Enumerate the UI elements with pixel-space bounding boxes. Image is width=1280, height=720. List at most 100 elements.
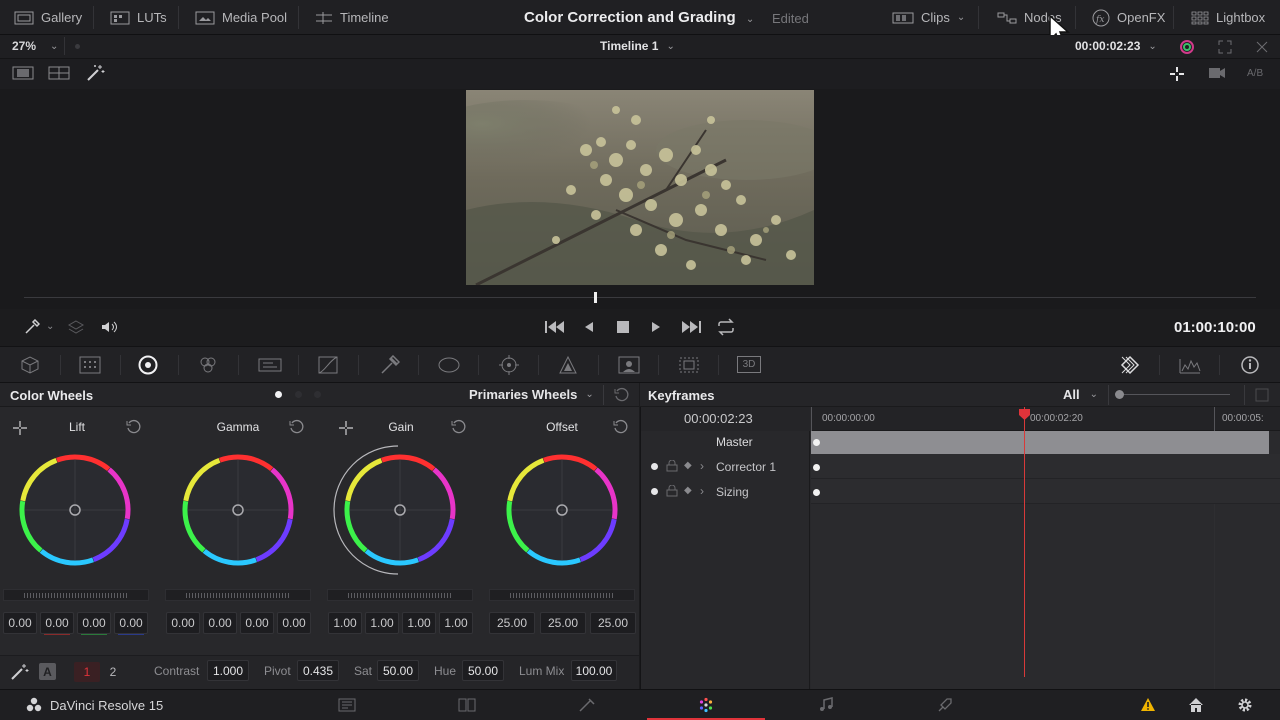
- lift-b-value[interactable]: 0.00: [114, 612, 148, 634]
- crosshair-icon[interactable]: [12, 420, 28, 436]
- offset-g-value[interactable]: 25.00: [540, 612, 586, 634]
- timeline-button[interactable]: Timeline: [315, 0, 389, 35]
- hue-field[interactable]: 50.00: [462, 660, 504, 681]
- key-icon[interactable]: [617, 355, 641, 375]
- highlight-icon[interactable]: [1168, 65, 1186, 83]
- auto-balance-icon[interactable]: [10, 663, 30, 681]
- sizing-icon[interactable]: [677, 355, 701, 375]
- info-icon[interactable]: [1240, 355, 1260, 375]
- gain-wheel[interactable]: [330, 442, 466, 578]
- keyframe-options-icon[interactable]: [1255, 388, 1269, 402]
- track-enable-dot[interactable]: [651, 463, 658, 470]
- fusion-page-icon[interactable]: [578, 697, 596, 713]
- gain-r-value[interactable]: 1.00: [365, 612, 399, 634]
- chevron-down-icon[interactable]: ⌄: [46, 321, 54, 332]
- page-title[interactable]: Color Correction and Grading ⌄: [524, 9, 754, 26]
- page-dot-active[interactable]: [275, 391, 282, 398]
- lum-mix-field[interactable]: 100.00: [571, 660, 617, 681]
- stop-icon[interactable]: [617, 321, 629, 333]
- gamma-wheel[interactable]: [178, 450, 298, 570]
- ab-toggle[interactable]: A/B: [1247, 68, 1263, 79]
- lift-y-value[interactable]: 0.00: [3, 612, 37, 634]
- gamma-y-value[interactable]: 0.00: [166, 612, 200, 634]
- contrast-field[interactable]: 1.000: [207, 660, 249, 681]
- page-2-button[interactable]: 2: [102, 662, 124, 682]
- blur-icon[interactable]: [557, 355, 579, 375]
- color-wheels-tool-icon[interactable]: [137, 354, 159, 376]
- color-page-tab[interactable]: [647, 690, 765, 720]
- motion-effects-icon[interactable]: [257, 355, 283, 375]
- lift-r-value[interactable]: 0.00: [40, 612, 74, 634]
- openfx-button[interactable]: fx OpenFX: [1092, 0, 1165, 35]
- fullscreen-icon[interactable]: [1254, 39, 1270, 55]
- luts-button[interactable]: LUTs: [110, 0, 167, 35]
- camera-raw-icon[interactable]: [18, 355, 42, 375]
- offset-b-value[interactable]: 25.00: [590, 612, 636, 634]
- scopes-icon[interactable]: [1178, 355, 1202, 375]
- track-enable-dot[interactable]: [651, 488, 658, 495]
- window-icon[interactable]: [437, 355, 461, 375]
- reset-all-icon[interactable]: [613, 387, 629, 403]
- media-pool-button[interactable]: Media Pool: [195, 0, 287, 35]
- skip-to-end-icon[interactable]: [680, 319, 702, 335]
- qualifier-icon[interactable]: [378, 355, 400, 375]
- lock-icon[interactable]: [666, 460, 678, 472]
- page-dot[interactable]: [314, 391, 321, 398]
- viewer-scrubber[interactable]: [0, 287, 1280, 309]
- gain-g-value[interactable]: 1.00: [402, 612, 436, 634]
- clips-button[interactable]: Clips ⌄: [892, 0, 965, 35]
- zoom-slider-handle[interactable]: [1115, 390, 1124, 399]
- master-keyframe[interactable]: [813, 439, 820, 446]
- corrector-track[interactable]: [811, 454, 1280, 479]
- sat-field[interactable]: 50.00: [377, 660, 419, 681]
- magic-wand-icon[interactable]: [86, 64, 106, 82]
- tracker-icon[interactable]: [497, 354, 521, 376]
- skip-to-start-icon[interactable]: [544, 319, 566, 335]
- wheels-mode-select[interactable]: Primaries Wheels ⌄: [469, 387, 594, 402]
- eyedropper-icon[interactable]: [24, 319, 40, 335]
- crosshair-icon[interactable]: [338, 420, 354, 436]
- camera-icon[interactable]: [1208, 66, 1226, 80]
- offset-wheel[interactable]: [502, 450, 622, 570]
- lift-master-slider[interactable]: [3, 589, 149, 601]
- keyframes-icon[interactable]: [1117, 355, 1143, 375]
- gain-y-value[interactable]: 1.00: [328, 612, 362, 634]
- timeline-select[interactable]: Timeline 1 ⌄: [600, 39, 675, 53]
- timecode-select[interactable]: 00:00:02:23 ⌄: [1075, 39, 1157, 53]
- keyframes-filter-select[interactable]: All ⌄: [1063, 387, 1098, 402]
- zoom-select[interactable]: 27% ⌄: [12, 39, 58, 53]
- gain-b-value[interactable]: 1.00: [439, 612, 473, 634]
- sizing-keyframe[interactable]: [813, 489, 820, 496]
- expand-chevron-icon[interactable]: ›: [700, 459, 704, 473]
- master-track-bar[interactable]: [811, 431, 1269, 454]
- rgb-mixer-icon[interactable]: [197, 355, 219, 375]
- media-page-icon[interactable]: [338, 697, 356, 713]
- page-1-button[interactable]: 1: [74, 662, 100, 682]
- pivot-field[interactable]: 0.435: [297, 660, 339, 681]
- offset-r-value[interactable]: 25.00: [489, 612, 535, 634]
- keyframes-timeline[interactable]: 00:00:00:00 00:00:02:20 00:00:05:: [811, 407, 1280, 689]
- app-menu[interactable]: DaVinci Resolve 15: [26, 697, 163, 713]
- reset-icon[interactable]: [450, 419, 466, 435]
- edit-page-icon[interactable]: [458, 697, 476, 713]
- single-view-icon[interactable]: [12, 66, 34, 80]
- auto-a-button[interactable]: A: [39, 663, 56, 680]
- expand-chevron-icon[interactable]: ›: [700, 484, 704, 498]
- playhead-marker[interactable]: [1018, 408, 1031, 421]
- color-picker-icon[interactable]: [1178, 38, 1196, 56]
- warning-icon[interactable]: [1140, 697, 1156, 712]
- settings-gear-icon[interactable]: [1237, 697, 1253, 713]
- lock-icon[interactable]: [666, 485, 678, 497]
- deliver-page-icon[interactable]: [937, 697, 953, 713]
- gamma-master-slider[interactable]: [165, 589, 311, 601]
- zoom-slider[interactable]: [1118, 394, 1230, 395]
- home-icon[interactable]: [1188, 697, 1204, 713]
- gamma-r-value[interactable]: 0.00: [203, 612, 237, 634]
- page-dot[interactable]: [295, 391, 302, 398]
- keyframe-diamond-icon[interactable]: ◆: [684, 460, 692, 471]
- sizing-track[interactable]: [811, 479, 1280, 504]
- gamma-b-value[interactable]: 0.00: [277, 612, 311, 634]
- color-match-icon[interactable]: [78, 355, 102, 375]
- play-icon[interactable]: [650, 319, 662, 335]
- lift-wheel[interactable]: [15, 450, 135, 570]
